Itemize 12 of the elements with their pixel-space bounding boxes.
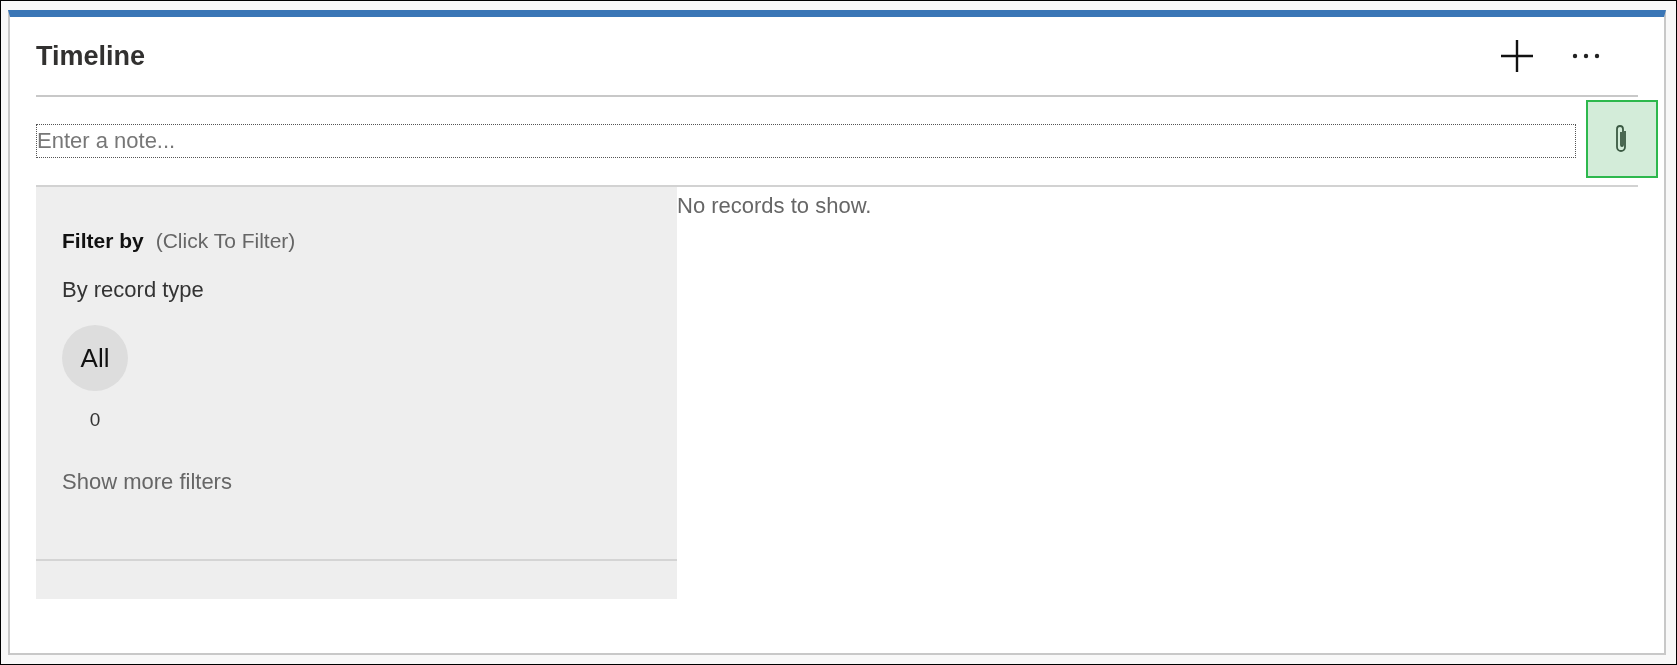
filter-group-label: By record type: [62, 277, 205, 303]
more-options-icon[interactable]: [1572, 53, 1600, 59]
show-more-filters-link[interactable]: Show more filters: [62, 469, 232, 495]
filter-chip[interactable]: All: [62, 325, 128, 391]
panel-title: Timeline: [36, 40, 147, 72]
record-count: 0: [89, 409, 101, 431]
add-icon[interactable]: [1500, 39, 1534, 73]
empty-message: No records to show.: [677, 193, 872, 219]
attach-button[interactable]: [1586, 100, 1658, 178]
filter-hint: (Click To Filter): [155, 229, 296, 253]
filter-heading: Filter by: [62, 229, 144, 253]
note-field[interactable]: Enter a note...: [36, 124, 1576, 158]
